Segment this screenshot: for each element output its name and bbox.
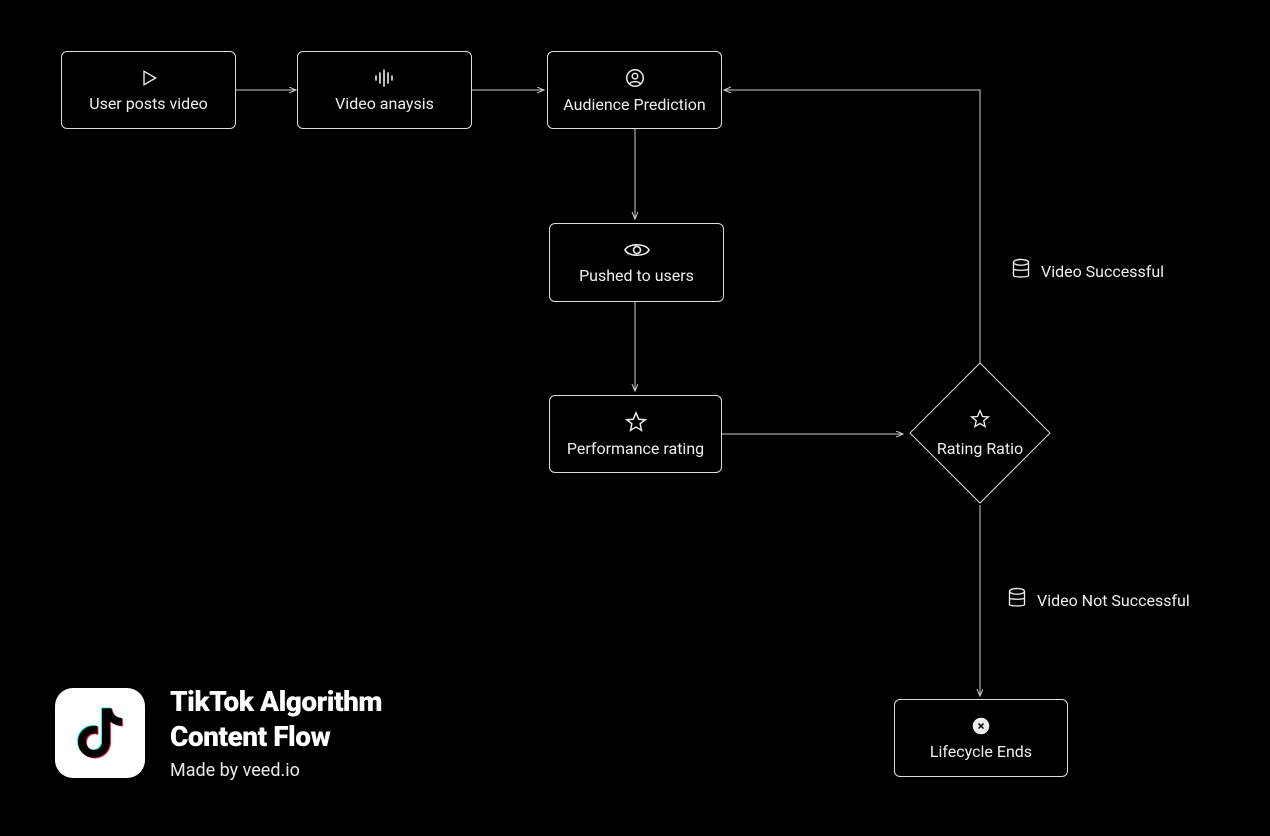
node-pushed-to-users: Pushed to users [549,223,724,302]
decision-rating-ratio: Rating Ratio [910,363,1050,503]
annotation-video-not-successful: Video Not Successful [1007,587,1190,613]
node-label: Video anaysis [335,94,434,113]
waveform-icon [373,68,397,88]
eye-icon [624,240,650,260]
footer-subtitle: Made by veed.io [170,760,382,781]
tiktok-logo [55,688,145,778]
star-icon [625,411,647,433]
node-lifecycle-ends: Lifecycle Ends [894,699,1068,777]
close-circle-icon [971,716,991,736]
footer-block: TikTok Algorithm Content Flow Made by ve… [55,684,382,781]
node-performance-rating: Performance rating [549,395,722,473]
play-icon [139,68,159,88]
annotation-label: Video Successful [1041,262,1164,281]
footer-title-line2: Content Flow [170,720,330,753]
node-label: User posts video [89,94,208,113]
node-audience-prediction: Audience Prediction [547,51,722,129]
node-label: Audience Prediction [563,95,705,114]
node-label: Pushed to users [579,266,694,285]
node-label: Lifecycle Ends [930,742,1032,761]
database-icon [1007,587,1027,613]
node-video-analysis: Video anaysis [297,51,472,129]
star-icon [970,409,990,433]
node-user-posts-video: User posts video [61,51,236,129]
database-icon [1011,258,1031,284]
decision-label: Rating Ratio [937,439,1023,458]
user-icon [624,67,646,89]
annotation-label: Video Not Successful [1037,591,1190,610]
footer-title-line1: TikTok Algorithm [170,685,382,718]
node-label: Performance rating [567,439,704,458]
annotation-video-successful: Video Successful [1011,258,1164,284]
